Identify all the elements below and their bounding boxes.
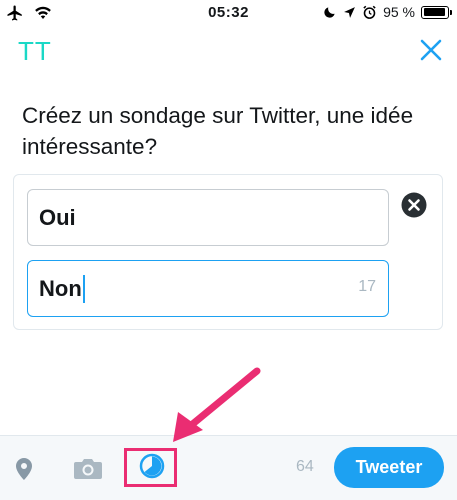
account-title: TT xyxy=(18,36,52,66)
alarm-icon xyxy=(363,5,376,19)
tweet-button[interactable]: Tweeter xyxy=(334,447,444,488)
location-pin-icon[interactable] xyxy=(14,457,34,481)
poll-choice-2-value: Non xyxy=(39,275,82,301)
poll-choice-1-input[interactable]: Oui xyxy=(27,189,389,246)
remove-circle-icon[interactable] xyxy=(401,192,427,218)
tweet-text-input[interactable]: Créez un sondage sur Twitter, une idée i… xyxy=(22,100,442,162)
text-caret xyxy=(82,274,85,303)
close-icon[interactable] xyxy=(417,36,445,64)
battery-percent: 95 % xyxy=(383,4,415,20)
location-arrow-icon xyxy=(344,6,355,18)
moon-icon xyxy=(324,7,335,18)
poll-card: Oui Non 17 xyxy=(13,174,443,330)
poll-choice-1-value: Oui xyxy=(39,204,76,230)
poll-choice-2-input[interactable]: Non 17 xyxy=(27,260,389,317)
remaining-characters: 64 xyxy=(296,458,314,475)
char-count: 17 xyxy=(358,278,376,295)
battery-fill xyxy=(423,8,446,16)
battery-icon xyxy=(421,5,452,19)
poll-icon[interactable] xyxy=(139,453,165,479)
status-bar: 05:32 95 % xyxy=(0,0,457,28)
status-right: 95 % xyxy=(323,4,452,20)
compose-toolbar: 64 Tweeter xyxy=(0,435,457,500)
camera-icon[interactable] xyxy=(73,456,103,480)
compose-header: TT xyxy=(0,28,457,78)
